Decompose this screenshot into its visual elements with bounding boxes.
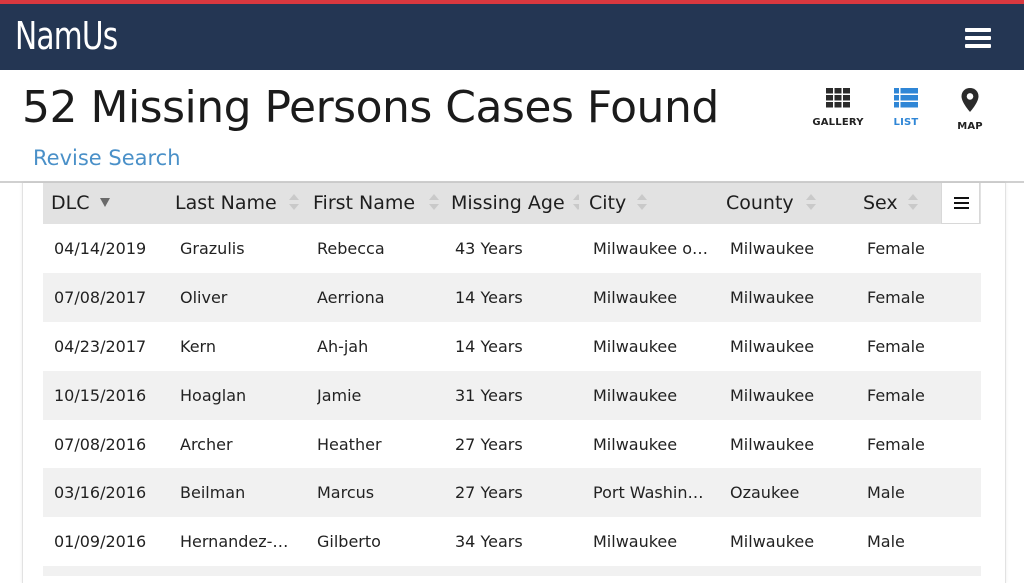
sort-icon[interactable] — [637, 192, 647, 212]
cell-city: Milwaukee — [593, 337, 678, 356]
cell-last-name: Grazulis — [180, 239, 245, 258]
cell-missing-age: 14 Years — [455, 337, 523, 356]
column-header-label: Missing Age — [451, 192, 565, 214]
gallery-view-label: GALLERY — [812, 117, 864, 128]
column-header-label: Sex — [863, 192, 898, 214]
cell-last-name: Beilman — [180, 483, 246, 502]
table-row[interactable]: 01/09/2016 Hernandez-… Gilberto 34 Years… — [43, 517, 981, 566]
cell-city: Milwaukee — [593, 532, 678, 551]
cell-city: Milwaukee — [593, 435, 678, 454]
cell-last-name: Hoaglan — [180, 386, 247, 405]
cell-county: Milwaukee — [730, 386, 815, 405]
sort-descending-icon[interactable] — [100, 192, 110, 212]
cell-dlc: 10/15/2016 — [54, 386, 147, 405]
revise-search-link[interactable]: Revise Search — [33, 146, 181, 170]
page-title: 52 Missing Persons Cases Found — [22, 82, 719, 133]
cell-sex: Female — [867, 239, 925, 258]
map-view-button[interactable]: MAP — [940, 88, 1000, 132]
table-header-row: DLC Last Name First Name Missing Age Cit… — [43, 183, 981, 224]
cell-sex: Female — [867, 288, 925, 307]
table-row[interactable]: 07/08/2016 Archer Heather 27 Years Milwa… — [43, 420, 981, 469]
column-header-first-name[interactable]: First Name — [313, 183, 415, 224]
cell-sex: Male — [867, 483, 905, 502]
column-header-sex[interactable]: Sex — [863, 183, 898, 224]
sort-icon[interactable] — [908, 192, 918, 212]
cell-first-name: Jamie — [317, 386, 362, 405]
cell-first-name: Rebecca — [317, 239, 385, 258]
cell-sex: Female — [867, 386, 925, 405]
cell-missing-age: 27 Years — [455, 483, 523, 502]
cell-sex: Female — [867, 337, 925, 356]
cell-missing-age: 14 Years — [455, 288, 523, 307]
cell-dlc: 07/08/2017 — [54, 288, 147, 307]
cell-missing-age: 43 Years — [455, 239, 523, 258]
hamburger-menu-icon[interactable] — [962, 26, 994, 50]
column-header-dlc[interactable]: DLC — [51, 183, 89, 224]
cell-last-name: Kern — [180, 337, 216, 356]
cell-first-name: Heather — [317, 435, 382, 454]
cell-county: Milwaukee — [730, 532, 815, 551]
cell-missing-age: 31 Years — [455, 386, 523, 405]
cell-dlc: 04/23/2017 — [54, 337, 147, 356]
cell-missing-age: 34 Years — [455, 532, 523, 551]
column-header-label: First Name — [313, 192, 416, 214]
table-row[interactable]: 04/14/2019 Grazulis Rebecca 43 Years Mil… — [43, 224, 981, 273]
cell-county: Ozaukee — [730, 483, 800, 502]
gallery-view-button[interactable]: GALLERY — [808, 88, 868, 128]
sort-icon[interactable] — [573, 192, 579, 212]
sort-icon[interactable] — [289, 192, 299, 212]
namus-logo[interactable]: NamUs — [15, 14, 118, 58]
table-row[interactable]: 10/15/2016 Hoaglan Jamie 31 Years Milwau… — [43, 371, 981, 420]
cell-county: Milwaukee — [730, 239, 815, 258]
cell-city: Milwaukee — [593, 386, 678, 405]
column-header-city[interactable]: City — [589, 183, 626, 224]
table-row[interactable]: 04/23/2017 Kern Ah-jah 14 Years Milwauke… — [43, 322, 981, 371]
cell-dlc: 07/08/2016 — [54, 435, 147, 454]
list-icon — [894, 88, 918, 108]
cell-last-name: Hernandez-… — [180, 532, 289, 551]
grid-icon — [826, 88, 850, 108]
list-view-label: LIST — [893, 117, 919, 128]
column-header-label: Last Name — [175, 192, 277, 214]
cell-first-name: Marcus — [317, 483, 375, 502]
cell-dlc: 01/09/2016 — [54, 532, 147, 551]
cell-dlc: 04/14/2019 — [54, 239, 147, 258]
column-header-county[interactable]: County — [726, 183, 794, 224]
cell-county: Milwaukee — [730, 337, 815, 356]
table-row[interactable]: 07/08/2017 Oliver Aerriona 14 Years Milw… — [43, 273, 981, 322]
table-row[interactable] — [43, 566, 981, 576]
cell-last-name: Archer — [180, 435, 233, 454]
cell-missing-age: 27 Years — [455, 435, 523, 454]
column-header-label: County — [726, 192, 794, 214]
map-pin-icon — [961, 88, 979, 112]
cell-county: Milwaukee — [730, 288, 815, 307]
top-navbar: NamUs — [0, 4, 1024, 70]
cell-dlc: 03/16/2016 — [54, 483, 147, 502]
table-row[interactable]: 03/16/2016 Beilman Marcus 27 Years Port … — [43, 468, 981, 517]
column-header-label: City — [589, 192, 627, 214]
cell-sex: Female — [867, 435, 925, 454]
cell-first-name: Aerriona — [317, 288, 385, 307]
sort-icon[interactable] — [429, 192, 439, 212]
cell-city: Milwaukee o… — [593, 239, 708, 258]
sort-icon[interactable] — [806, 192, 816, 212]
column-header-label: DLC — [51, 192, 90, 214]
cell-sex: Male — [867, 532, 905, 551]
cell-city: Port Washin… — [593, 483, 704, 502]
cell-first-name: Ah-jah — [317, 337, 369, 356]
column-header-last-name[interactable]: Last Name — [175, 183, 277, 224]
cell-first-name: Gilberto — [317, 532, 381, 551]
column-header-missing-age[interactable]: Missing Age — [451, 183, 565, 224]
cell-city: Milwaukee — [593, 288, 678, 307]
cell-county: Milwaukee — [730, 435, 815, 454]
column-menu-icon[interactable] — [941, 183, 980, 224]
list-view-button[interactable]: LIST — [876, 88, 936, 128]
map-view-label: MAP — [957, 121, 983, 132]
cell-last-name: Oliver — [180, 288, 228, 307]
